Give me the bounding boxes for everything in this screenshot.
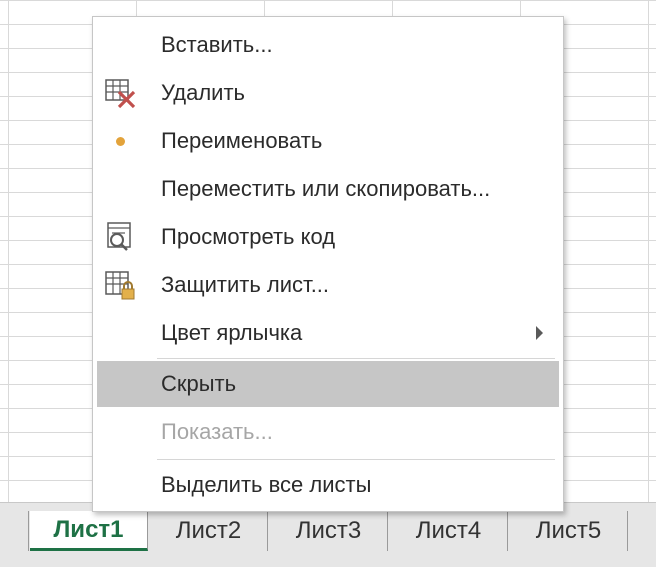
sheet-tab-label: Лист5 — [535, 517, 602, 544]
menu-item-label: Защитить лист... — [161, 272, 330, 297]
menu-separator — [157, 358, 555, 359]
sheet-tab-label: Лист2 — [175, 517, 242, 544]
menu-item-label: Переименовать — [161, 128, 323, 153]
menu-item-move-copy[interactable]: Переместить или скопировать... — [97, 166, 559, 212]
menu-item-view-code[interactable]: Просмотреть код — [97, 214, 559, 260]
sheet-tab-label: Лист4 — [415, 517, 482, 544]
sheet-tab-label: Лист1 — [53, 515, 124, 543]
tab-divider — [28, 511, 29, 551]
menu-item-label: Цвет ярлычка — [161, 320, 303, 345]
menu-item-rename[interactable]: Переименовать — [97, 118, 559, 164]
delete-sheet-icon — [103, 76, 137, 110]
menu-item-protect-sheet[interactable]: Защитить лист... — [97, 262, 559, 308]
menu-item-label: Показать... — [161, 419, 273, 444]
menu-item-label: Скрыть — [161, 371, 237, 396]
sheet-tab-2[interactable]: Лист2 — [150, 511, 268, 551]
menu-item-label: Просмотреть код — [161, 224, 336, 249]
menu-item-unhide: Показать... — [97, 409, 559, 455]
protect-sheet-icon — [103, 268, 137, 302]
menu-item-select-all-sheets[interactable]: Выделить все листы — [97, 462, 559, 508]
sheet-tab-4[interactable]: Лист4 — [390, 511, 508, 551]
sheet-tab-5[interactable]: Лист5 — [510, 511, 628, 551]
view-code-icon — [103, 220, 137, 254]
sheet-context-menu: Вставить... Удалить Переименовать Переме… — [92, 16, 564, 512]
menu-item-label: Вставить... — [161, 32, 273, 57]
rename-dot-icon — [103, 124, 137, 158]
sheet-tab-label: Лист3 — [295, 517, 362, 544]
sheet-tab-3[interactable]: Лист3 — [270, 511, 388, 551]
menu-item-label: Выделить все листы — [161, 472, 372, 497]
menu-separator — [157, 459, 555, 460]
menu-item-hide[interactable]: Скрыть — [97, 361, 559, 407]
menu-item-delete[interactable]: Удалить — [97, 70, 559, 116]
menu-item-label: Переместить или скопировать... — [161, 176, 491, 201]
submenu-arrow-icon — [536, 326, 543, 340]
menu-item-label: Удалить — [161, 80, 245, 105]
menu-item-insert[interactable]: Вставить... — [97, 22, 559, 68]
sheet-tab-1[interactable]: Лист1 — [30, 511, 148, 551]
menu-item-tab-color[interactable]: Цвет ярлычка — [97, 310, 559, 356]
